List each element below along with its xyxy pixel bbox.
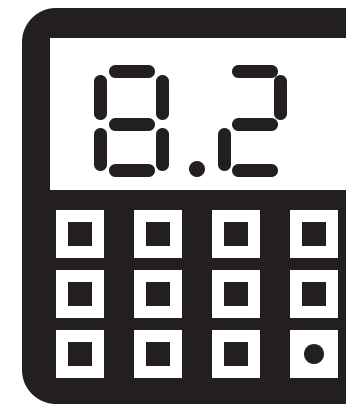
key-center: [146, 282, 170, 306]
segment-g: [109, 118, 155, 131]
segment-b: [274, 75, 287, 120]
segment-d: [232, 164, 278, 177]
key-center: [224, 222, 248, 246]
keypad-key-r1-c1: [56, 210, 104, 258]
keypad-key-r3-c4: [290, 330, 338, 378]
decimal-point: [189, 161, 205, 177]
key-center: [68, 282, 92, 306]
keypad-key-r1-c4: [290, 210, 338, 258]
keypad-key-r2-c4: [290, 270, 338, 318]
key-center: [224, 342, 248, 366]
key-center: [302, 222, 326, 246]
calculator-illustration: [22, 8, 346, 404]
keypad-key-r1-c2: [134, 210, 182, 258]
key-center: [68, 222, 92, 246]
key-center: [302, 282, 326, 306]
segment-a: [232, 65, 278, 78]
key-dot: [304, 344, 324, 364]
key-center: [146, 222, 170, 246]
segment-b: [156, 75, 169, 120]
segment-c: [156, 128, 169, 171]
segment-g: [232, 118, 278, 131]
segment-e: [218, 128, 231, 171]
segment-f: [94, 75, 107, 120]
key-center: [224, 282, 248, 306]
segment-d: [109, 164, 155, 177]
keypad-key-r2-c3: [212, 270, 260, 318]
keypad-key-r2-c1: [56, 270, 104, 318]
segment-a: [109, 65, 155, 78]
keypad-key-r1-c3: [212, 210, 260, 258]
keypad-key-r2-c2: [134, 270, 182, 318]
key-center: [146, 342, 170, 366]
keypad-key-r3-c2: [134, 330, 182, 378]
key-center: [68, 342, 92, 366]
segment-e: [94, 128, 107, 171]
keypad-key-r3-c1: [56, 330, 104, 378]
keypad-key-r3-c3: [212, 330, 260, 378]
